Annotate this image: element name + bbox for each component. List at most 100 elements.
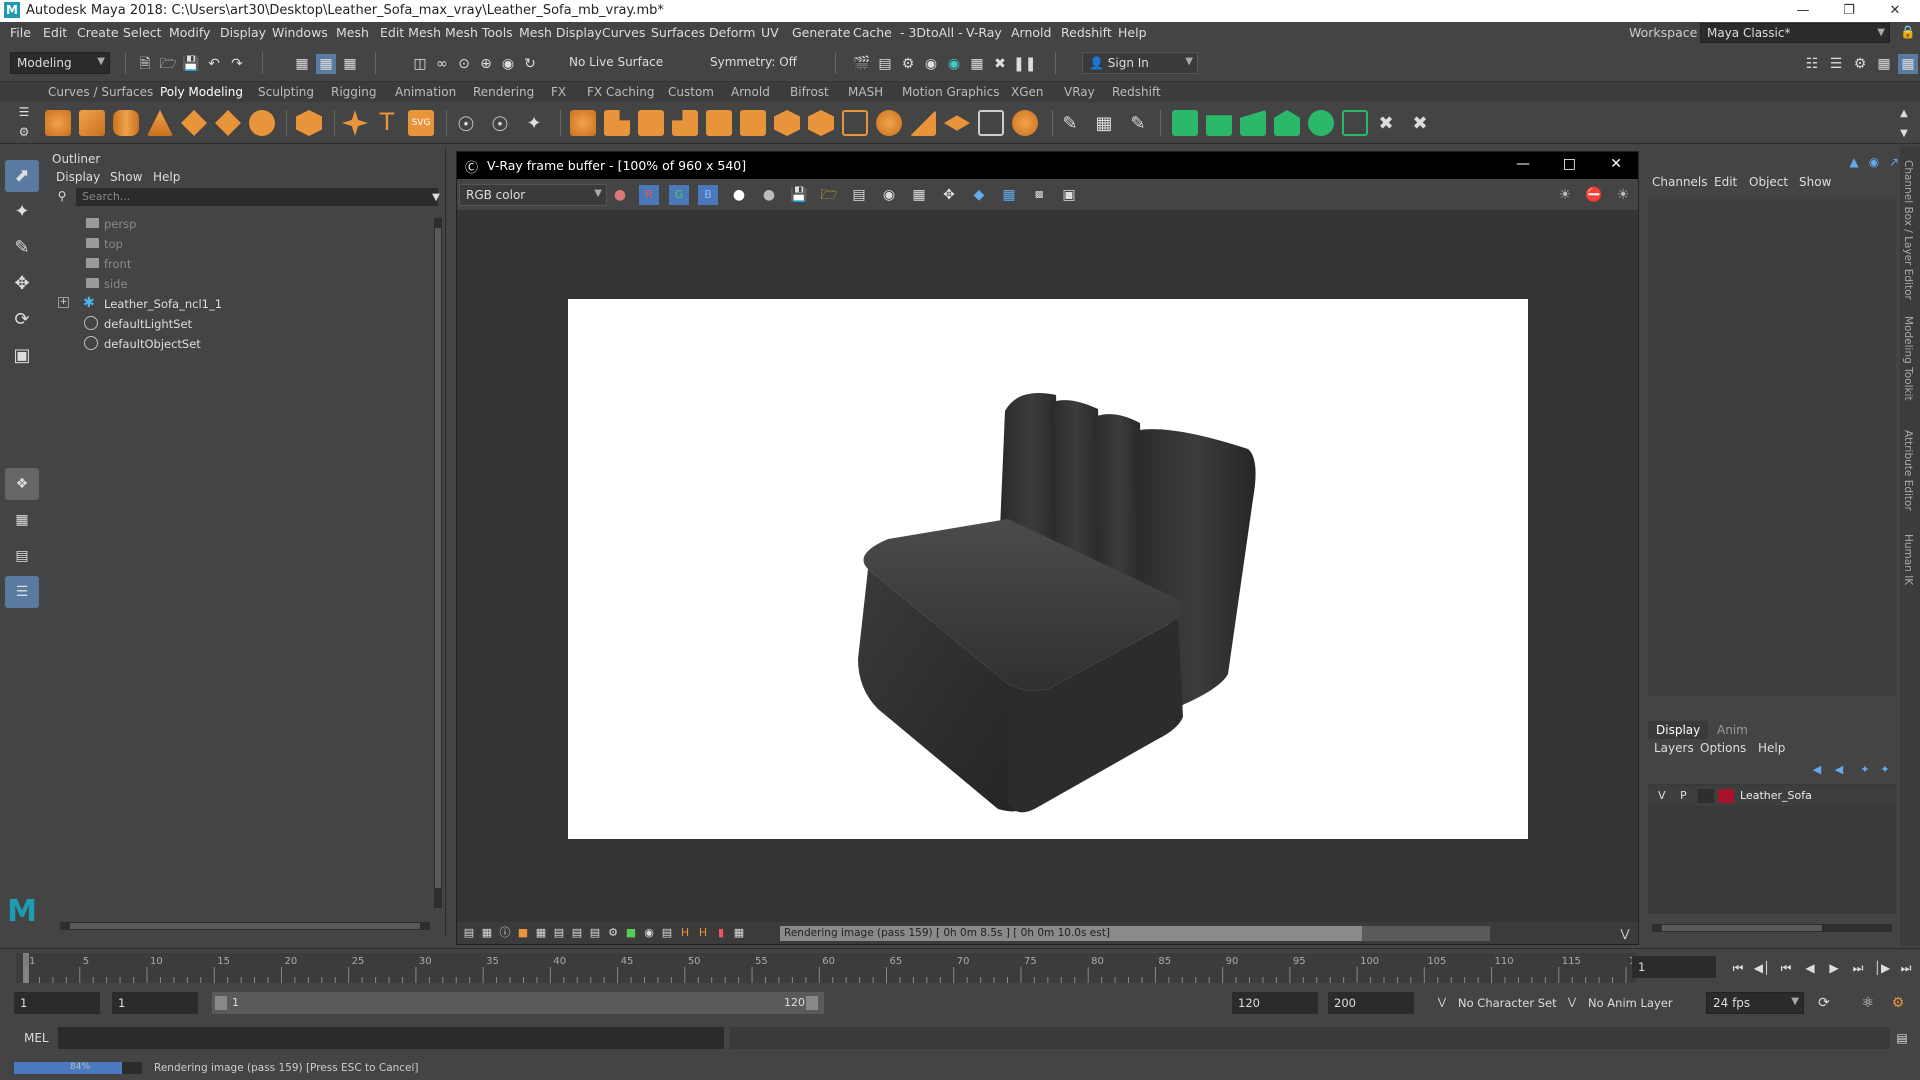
character-set-dropdown[interactable]: No Character Set xyxy=(1452,992,1570,1014)
shelf-tab-bifrost[interactable]: Bifrost xyxy=(790,85,829,99)
chevron-down-icon[interactable]: ▼ xyxy=(426,188,446,208)
shelf-tab-curves-surfaces[interactable]: Curves / Surfaces xyxy=(48,85,153,99)
menu-vray[interactable]: V-Ray xyxy=(966,25,1002,40)
attribute-editor-icon[interactable]: ☰ xyxy=(1826,54,1846,74)
sign-in-button[interactable]: 👤 Sign In ▼ xyxy=(1082,52,1198,74)
pause-icon[interactable]: ❚❚ xyxy=(1013,54,1036,74)
layers-menu-options[interactable]: Options xyxy=(1700,741,1746,755)
workspace-dropdown[interactable]: Maya Classic* ▼ xyxy=(1700,23,1890,43)
scale-tool-icon[interactable]: ▣ xyxy=(5,340,39,372)
scrollbar-thumb[interactable] xyxy=(435,228,441,888)
modeling-toolkit-icon[interactable]: ☷ xyxy=(1802,54,1822,74)
shelf-tab-mash[interactable]: MASH xyxy=(848,85,883,99)
hypershade-icon[interactable]: ◉ xyxy=(921,54,941,74)
layer-color-swatch[interactable] xyxy=(1718,789,1734,803)
menu-cache[interactable]: Cache xyxy=(853,25,892,40)
shelf-tab-fx-caching[interactable]: FX Caching xyxy=(587,85,654,99)
scene-start-field[interactable]: 1 xyxy=(14,992,100,1014)
track-mouse-icon[interactable]: ▦ xyxy=(999,185,1019,205)
new-layer-icon[interactable]: ✦ xyxy=(1855,760,1875,780)
target-weld-icon[interactable] xyxy=(1012,110,1038,136)
uv-sew-icon[interactable]: ✖ xyxy=(1410,114,1430,134)
animation-preferences-icon[interactable]: ⚙ xyxy=(1888,993,1908,1013)
menu-deform[interactable]: Deform xyxy=(709,25,755,40)
vfb-lens-effects-icon[interactable]: ▦ xyxy=(477,923,497,943)
playback-end-field[interactable]: 120 xyxy=(1232,992,1318,1014)
shelf-settings-icon[interactable]: ⚙ xyxy=(14,122,34,142)
poly-sphere-icon[interactable] xyxy=(45,110,71,136)
vfb-levels-icon[interactable]: ▦ xyxy=(531,923,551,943)
outliner-item-front[interactable]: front xyxy=(46,254,426,274)
menu-curves[interactable]: Curves xyxy=(602,25,645,40)
shelf-tab-rendering[interactable]: Rendering xyxy=(473,85,534,99)
fill-hole-icon[interactable] xyxy=(740,110,766,136)
menu-redshift[interactable]: Redshift xyxy=(1061,25,1112,40)
undo-icon[interactable]: ↶ xyxy=(204,54,224,74)
chevron-down-icon[interactable]: ⋁ xyxy=(1432,993,1452,1013)
rotate-tool-icon[interactable]: ⟳ xyxy=(5,304,39,336)
type-tool-icon[interactable]: T xyxy=(374,110,400,134)
layers-horizontal-scrollbar[interactable] xyxy=(1652,924,1892,932)
vfb-lut-icon[interactable]: ■ xyxy=(621,923,641,943)
render-current-frame-icon[interactable]: 🎬 xyxy=(852,54,872,74)
menu-create[interactable]: Create xyxy=(77,25,119,40)
single-perspective-view-icon[interactable]: ❖ xyxy=(5,468,39,500)
vfb-settings-icon[interactable]: ⚙ xyxy=(603,923,623,943)
shelf-tab-redshift[interactable]: Redshift xyxy=(1112,85,1161,99)
scrollbar-thumb[interactable] xyxy=(70,923,420,929)
render-settings-icon[interactable]: ⚙ xyxy=(898,54,918,74)
side-tab-channel-box[interactable]: Channel Box / Layer Editor xyxy=(1902,160,1914,300)
snap-surface-icon[interactable]: ◉ xyxy=(498,54,518,74)
region-render-icon[interactable]: ◉ xyxy=(879,185,899,205)
expand-icon[interactable]: + xyxy=(58,297,69,308)
vfb-maximize-button[interactable]: □ xyxy=(1563,156,1576,172)
layer-visibility-toggle[interactable]: V xyxy=(1658,789,1666,802)
stop-render-icon[interactable]: ⛔ xyxy=(1584,185,1604,205)
step-back-frame-icon[interactable]: ◀│ xyxy=(1752,958,1772,978)
shelf-tab-motion-graphics[interactable]: Motion Graphics xyxy=(902,85,1000,99)
snap-live-icon[interactable]: ↻ xyxy=(520,54,540,74)
bevel-icon[interactable] xyxy=(672,110,698,136)
menu-display[interactable]: Display xyxy=(220,25,266,40)
layers-menu-layers[interactable]: Layers xyxy=(1654,741,1694,755)
uv-unfold-icon[interactable] xyxy=(1308,110,1334,136)
move-layer-down-icon[interactable]: ◀ xyxy=(1829,760,1849,780)
minimize-button[interactable]: — xyxy=(1780,0,1826,22)
outliner-menu-display[interactable]: Display xyxy=(56,170,100,184)
super-shape-icon[interactable] xyxy=(342,110,368,136)
side-tab-human-ik[interactable]: Human IK xyxy=(1902,534,1914,585)
make-hole-icon[interactable] xyxy=(774,110,800,136)
tab-display[interactable]: Display xyxy=(1648,721,1709,739)
outliner-layout-icon[interactable]: ☰ xyxy=(5,576,39,608)
side-tab-attribute-editor[interactable]: Attribute Editor xyxy=(1902,430,1914,511)
redo-icon[interactable]: ↷ xyxy=(227,54,247,74)
layer-editor-icon[interactable]: ▦ xyxy=(1898,54,1918,74)
vfb-icc-icon[interactable]: ◉ xyxy=(639,923,659,943)
uv-spherical-icon[interactable] xyxy=(1240,110,1266,136)
poly-cube-icon[interactable] xyxy=(79,110,105,136)
menu-windows[interactable]: Windows xyxy=(272,25,328,40)
vfb-channel-dropdown[interactable]: RGB color ▼ xyxy=(459,184,607,206)
start-render-icon[interactable]: ☀ xyxy=(1613,185,1633,205)
select-tool-icon[interactable]: ⬈ xyxy=(5,160,39,192)
outliner-item-default-object-set[interactable]: defaultObjectSet xyxy=(46,334,426,354)
outliner-horizontal-scrollbar[interactable] xyxy=(60,922,430,930)
shelf-tab-arnold[interactable]: Arnold xyxy=(731,85,770,99)
menu-edit-mesh[interactable]: Edit Mesh xyxy=(380,25,441,40)
maximize-button[interactable]: ❐ xyxy=(1826,0,1872,22)
layer-row-leather-sofa[interactable]: V P Leather_Sofa xyxy=(1648,786,1896,806)
shelf-scroll-up-icon[interactable]: ▲ xyxy=(1894,104,1914,124)
shelf-tab-custom[interactable]: Custom xyxy=(668,85,714,99)
script-editor-icon[interactable]: ▤ xyxy=(1892,1028,1912,1048)
menu-file[interactable]: File xyxy=(10,25,31,40)
menu-3dtoall[interactable]: - 3DtoAll - xyxy=(900,25,963,40)
extrude-icon[interactable] xyxy=(604,110,630,136)
alpha-channel-icon[interactable]: ● xyxy=(729,185,749,205)
play-forwards-icon[interactable]: ▶ xyxy=(1824,958,1844,978)
stop-icon[interactable]: ✖ xyxy=(990,54,1010,74)
vfb-hist-h-icon[interactable]: H xyxy=(675,923,695,943)
menu-mesh-display[interactable]: Mesh Display xyxy=(519,25,602,40)
outliner-filter-icon[interactable]: ⚲ xyxy=(52,186,72,206)
bridge-icon[interactable] xyxy=(638,110,664,136)
close-button[interactable]: ✕ xyxy=(1872,0,1918,22)
